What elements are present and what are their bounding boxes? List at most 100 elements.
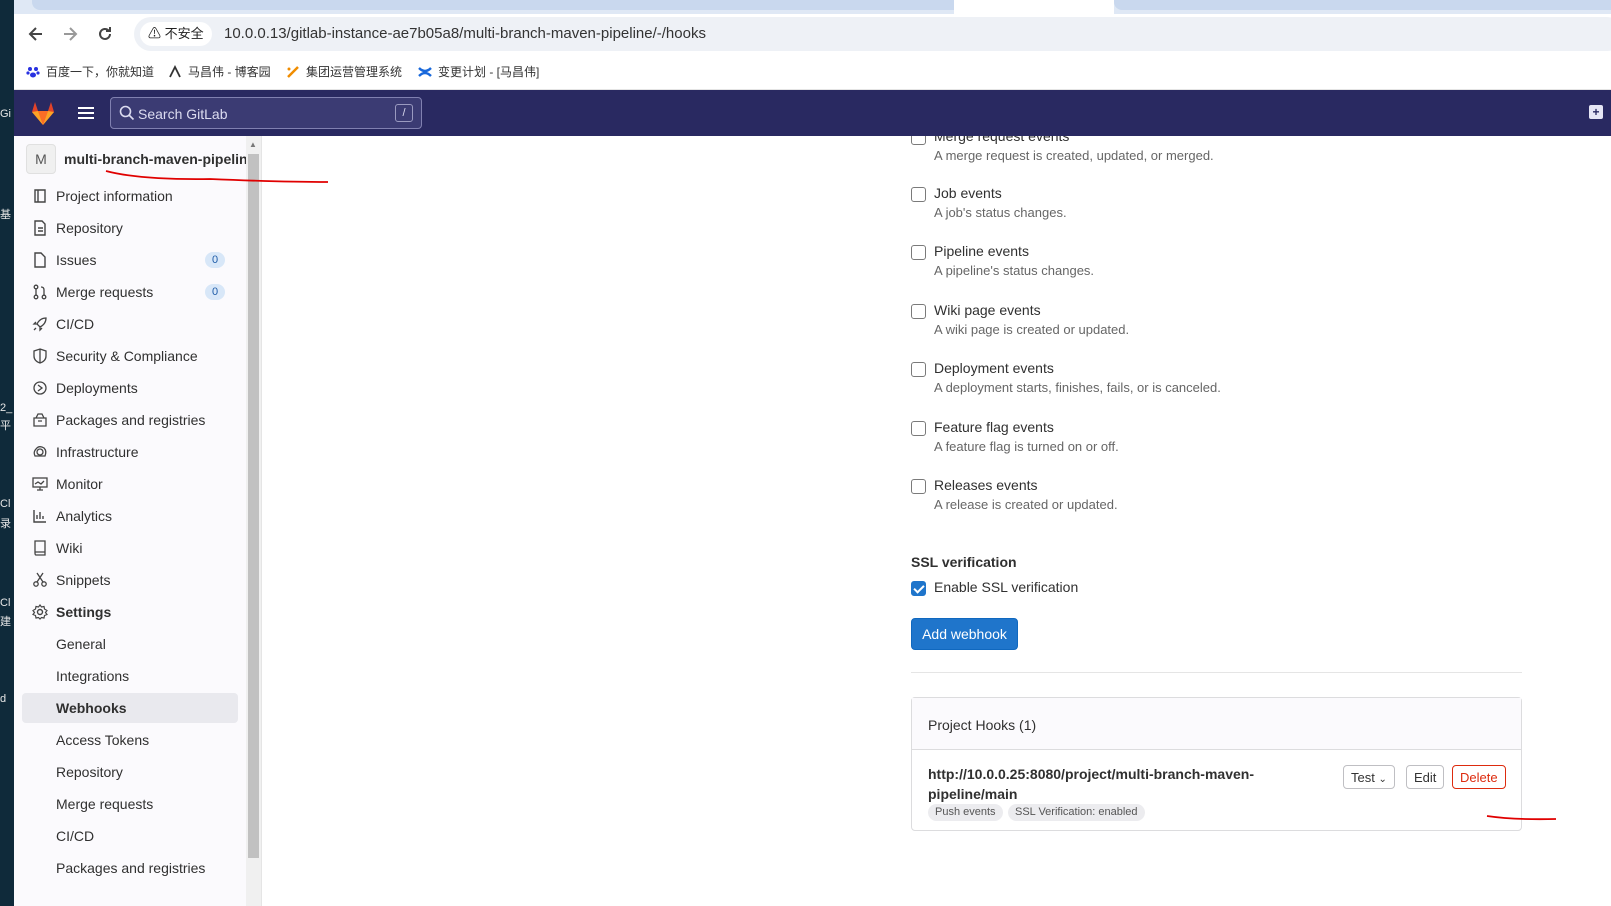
cnblogs-icon xyxy=(169,64,181,77)
event-title: Feature flag events xyxy=(934,419,1054,435)
scrollbar-thumb[interactable] xyxy=(248,154,259,858)
sidebar-item-label: Infrastructure xyxy=(56,444,139,460)
sidebar-item-infrastructure[interactable]: Infrastructure xyxy=(22,437,238,467)
sidebar-subitem-general[interactable]: General xyxy=(22,629,238,659)
bookmarks-bar: 百度一下，你就知道 马昌伟 - 博客园 集团运营管理系统 变更计划 - [马昌伟… xyxy=(14,54,1611,90)
desktop-label: 录 xyxy=(0,518,11,530)
event-description: A release is created or updated. xyxy=(934,497,1118,512)
back-icon[interactable] xyxy=(26,24,46,44)
delete-hook-button[interactable]: Delete xyxy=(1452,765,1506,789)
event-description: A deployment starts, finishes, fails, or… xyxy=(934,380,1221,395)
sidebar-subitem-merge-requests[interactable]: Merge requests xyxy=(22,789,238,819)
security-chip[interactable]: ⚠ 不安全 xyxy=(140,22,212,46)
sidebar-item-issues[interactable]: Issues 0 xyxy=(22,245,238,275)
event-title: Pipeline events xyxy=(934,243,1029,259)
desktop-label: 2_ xyxy=(0,402,13,414)
sidebar-subitem-packages-registries[interactable]: Packages and registries xyxy=(22,853,238,883)
sidebar-subitem-integrations[interactable]: Integrations xyxy=(22,661,238,691)
test-hook-button[interactable]: Test ⌄ xyxy=(1343,765,1395,789)
browser-tab[interactable] xyxy=(1114,0,1611,10)
search-input[interactable]: Search GitLab / xyxy=(110,97,422,129)
sidebar-item-monitor[interactable]: Monitor xyxy=(22,469,238,499)
ssl-verification-tag: SSL Verification: enabled xyxy=(1008,804,1145,821)
scissors-icon xyxy=(33,572,47,587)
browser-tab-active[interactable] xyxy=(954,0,1114,14)
sidebar-subitem-label: Access Tokens xyxy=(56,732,150,748)
gitlab-header: Search GitLab / + xyxy=(14,90,1611,136)
book-icon xyxy=(34,540,46,556)
package-icon xyxy=(33,413,47,427)
merge-request-icon xyxy=(33,284,47,300)
sidebar-item-settings[interactable]: Settings xyxy=(22,597,238,627)
url-bar[interactable]: ⚠ 不安全 10.0.0.13/gitlab-instance-ae7b05a8… xyxy=(134,17,1611,51)
document-icon xyxy=(34,220,46,236)
project-avatar: M xyxy=(26,144,56,174)
deployments-icon xyxy=(33,381,47,395)
sidebar-subitem-cicd[interactable]: CI/CD xyxy=(22,821,238,851)
bookmark-change-plan[interactable]: 变更计划 - [马昌伟] xyxy=(418,63,539,80)
sidebar-subitem-label: Webhooks xyxy=(56,700,127,716)
event-description: A job's status changes. xyxy=(934,205,1067,220)
sidebar-item-packages-registries[interactable]: Packages and registries xyxy=(22,405,238,435)
project-header[interactable]: M multi-branch-maven-pipeline xyxy=(26,144,256,176)
checkbox[interactable] xyxy=(911,479,926,494)
project-hooks-header: Project Hooks (1) xyxy=(912,698,1521,750)
project-hooks-panel: Project Hooks (1) http://10.0.0.25:8080/… xyxy=(911,697,1522,831)
sidebar-item-wiki[interactable]: Wiki xyxy=(22,533,238,563)
url-text[interactable]: 10.0.0.13/gitlab-instance-ae7b05a8/multi… xyxy=(224,25,706,42)
browser-tab[interactable] xyxy=(32,0,967,10)
checkbox[interactable] xyxy=(911,245,926,260)
add-webhook-button[interactable]: Add webhook xyxy=(911,618,1018,650)
new-item-icon[interactable]: + xyxy=(1589,105,1603,119)
gear-icon xyxy=(32,604,48,620)
scroll-up-icon[interactable]: ▲ xyxy=(249,140,257,149)
sidebar-item-repository[interactable]: Repository xyxy=(22,213,238,243)
hook-url: http://10.0.0.25:8080/project/multi-bran… xyxy=(928,764,1258,804)
sidebar-subitem-label: Integrations xyxy=(56,668,130,684)
sidebar-item-snippets[interactable]: Snippets xyxy=(22,565,238,595)
sidebar-item-label: Wiki xyxy=(56,540,83,556)
bookmark-cnblogs[interactable]: 马昌伟 - 博客园 xyxy=(168,63,271,80)
reload-icon[interactable] xyxy=(95,24,115,44)
ssl-verification-heading: SSL verification xyxy=(911,554,1017,570)
sidebar-item-cicd[interactable]: CI/CD xyxy=(22,309,238,339)
sidebar-item-project-information[interactable]: Project information xyxy=(22,181,238,211)
event-description: A feature flag is turned on or off. xyxy=(934,439,1119,454)
checkbox[interactable] xyxy=(911,421,926,436)
ssl-checkbox-label: Enable SSL verification xyxy=(934,579,1079,595)
bookmark-ops-system[interactable]: 集团运营管理系统 xyxy=(286,63,402,80)
address-bar: ⚠ 不安全 10.0.0.13/gitlab-instance-ae7b05a8… xyxy=(14,14,1611,54)
bookmark-label: 百度一下，你就知道 xyxy=(46,65,155,79)
sidebar-item-security-compliance[interactable]: Security & Compliance xyxy=(22,341,238,371)
sidebar-scrollbar[interactable]: ▲ xyxy=(246,136,261,906)
bookmark-label: 集团运营管理系统 xyxy=(306,65,403,79)
desktop-label: 平 xyxy=(0,420,11,432)
bookmark-baidu[interactable]: 百度一下，你就知道 xyxy=(26,63,154,80)
menu-icon[interactable] xyxy=(76,103,96,123)
sidebar-item-label: Issues xyxy=(56,252,97,268)
checkbox[interactable] xyxy=(911,304,926,319)
bookmark-label: 马昌伟 - 博客园 xyxy=(188,65,271,79)
edit-hook-button[interactable]: Edit xyxy=(1406,765,1445,789)
forward-icon[interactable] xyxy=(60,24,80,44)
sidebar-subitem-access-tokens[interactable]: Access Tokens xyxy=(22,725,238,755)
sidebar-item-label: Snippets xyxy=(56,572,111,588)
sidebar-item-merge-requests[interactable]: Merge requests 0 xyxy=(22,277,238,307)
event-description: A merge request is created, updated, or … xyxy=(934,148,1214,163)
search-icon xyxy=(119,105,135,121)
cloud-gear-icon xyxy=(33,446,47,457)
sidebar-item-label: Repository xyxy=(56,220,123,236)
push-events-tag: Push events xyxy=(928,804,1003,821)
checkbox[interactable] xyxy=(911,187,926,202)
sidebar-subitem-webhooks[interactable]: Webhooks xyxy=(22,693,238,723)
checkbox[interactable] xyxy=(911,362,926,377)
event-title: Job events xyxy=(934,185,1002,201)
sidebar-subitem-repository[interactable]: Repository xyxy=(22,757,238,787)
sidebar-item-analytics[interactable]: Analytics xyxy=(22,501,238,531)
sidebar-item-deployments[interactable]: Deployments xyxy=(22,373,238,403)
ssl-checkbox[interactable] xyxy=(911,581,926,596)
checkbox[interactable] xyxy=(911,136,926,145)
desktop-label: 建 xyxy=(0,616,11,628)
gitlab-logo-icon[interactable] xyxy=(28,98,58,128)
desktop-label: 基 xyxy=(0,209,11,221)
